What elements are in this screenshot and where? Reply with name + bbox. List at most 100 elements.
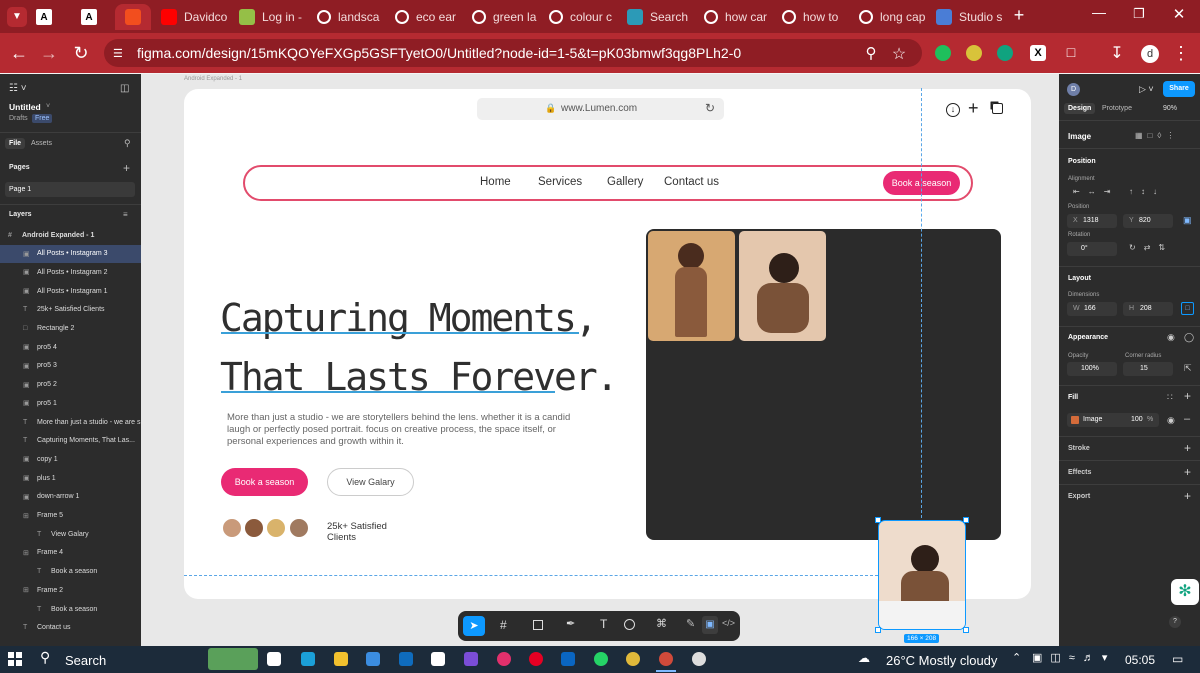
nav-contact[interactable]: Contact us <box>664 176 719 188</box>
reload-icon[interactable]: ↻ <box>70 43 92 64</box>
layer-row[interactable]: ▣ pro5 4 <box>0 338 141 356</box>
resize-handle[interactable] <box>963 517 969 523</box>
browser-tab[interactable]: how to <box>776 4 850 30</box>
layer-row[interactable]: ▣ plus 1 <box>0 469 141 487</box>
browser-tab[interactable]: Studio s <box>930 4 1004 30</box>
portrait-photo-2[interactable] <box>739 231 826 341</box>
browser-tab[interactable]: long cap <box>853 4 927 30</box>
taskbar-widget-image[interactable] <box>208 648 258 670</box>
add-export-icon[interactable]: + <box>1184 489 1191 503</box>
fill-styles-icon[interactable]: ∷ <box>1167 392 1173 403</box>
layer-row[interactable]: T More than just a studio - we are s <box>0 413 141 431</box>
layer-row[interactable]: ▣ down-arrow 1 <box>0 488 141 506</box>
add-page-icon[interactable]: + <box>123 161 130 175</box>
layer-row[interactable]: T 25k+ Satisfied Clients <box>0 301 141 319</box>
panel-toggle-icon[interactable]: ◫ <box>120 83 129 94</box>
browser-tab[interactable]: A <box>30 4 64 30</box>
radius-field[interactable] <box>1123 362 1173 376</box>
windows-start-icon[interactable] <box>8 652 22 666</box>
weather-text[interactable]: 26°C Mostly cloudy <box>886 653 997 668</box>
add-effect-icon[interactable]: + <box>1184 465 1191 479</box>
site-info-icon[interactable]: ☰ <box>113 47 123 60</box>
restore-icon[interactable]: ❐ <box>1128 6 1150 22</box>
comment-tool-icon[interactable] <box>624 619 635 630</box>
layer-row[interactable]: ▣ copy 1 <box>0 450 141 468</box>
taskbar-search-label[interactable]: Search <box>65 653 106 668</box>
text-tool-icon[interactable]: T <box>600 617 607 631</box>
pinterest-icon[interactable] <box>529 652 543 666</box>
task-view-icon[interactable] <box>267 652 281 666</box>
add-fill-icon[interactable]: + <box>1184 389 1191 403</box>
weather-icon[interactable]: ☁ <box>858 651 870 665</box>
layer-row[interactable]: ▣ pro5 3 <box>0 357 141 375</box>
tray-chevron-icon[interactable]: ⌃ <box>1012 651 1021 664</box>
file-explorer-icon[interactable] <box>334 652 348 666</box>
layer-row[interactable]: ▣ pro5 1 <box>0 394 141 412</box>
browser-tab[interactable]: how car <box>698 4 772 30</box>
tray-icons[interactable]: ▣◫≈♬▾ <box>1032 651 1115 664</box>
dev-mode-icon[interactable]: </> <box>722 618 735 628</box>
browser-tab[interactable]: Search <box>621 4 695 30</box>
fill-image-swatch[interactable] <box>1071 416 1079 424</box>
align-controls[interactable]: ⇤↔⇥ <box>1073 187 1118 196</box>
close-window-icon[interactable]: ✕ <box>1168 5 1190 23</box>
new-tab-icon[interactable]: + <box>1008 5 1030 26</box>
extension-x-icon[interactable]: X <box>1030 45 1046 61</box>
download-icon[interactable]: ↧ <box>1106 43 1128 63</box>
search-layers-icon[interactable]: ⚲ <box>124 138 131 149</box>
browser-tab[interactable]: landsca <box>311 4 385 30</box>
portrait-photo-1[interactable] <box>648 231 735 341</box>
instagram-icon[interactable] <box>497 652 511 666</box>
url-text[interactable]: figma.com/design/15mKQOYeFXGp5GSFTyetO0/… <box>137 45 741 61</box>
extension-grammarly-icon[interactable] <box>935 45 951 61</box>
search-icon[interactable]: ⚲ <box>40 649 50 666</box>
nav-home[interactable]: Home <box>480 176 511 188</box>
tab-file[interactable]: File <box>5 138 26 149</box>
linkedin-icon[interactable] <box>561 652 575 666</box>
browser-tab[interactable]: green la <box>466 4 540 30</box>
view-gallery-button[interactable]: View Galary <box>327 468 414 496</box>
zoom-level[interactable]: 90% <box>1163 105 1177 112</box>
help-icon[interactable]: ? <box>1169 616 1181 628</box>
extensions-puzzle-icon[interactable]: □ <box>1060 44 1082 60</box>
outlook-icon[interactable] <box>399 652 413 666</box>
layer-row[interactable]: T Book a season <box>0 600 141 618</box>
frame-tool-icon[interactable]: # <box>500 618 507 632</box>
layer-row[interactable]: ▣ All Posts • Instagram 1 <box>0 282 141 300</box>
book-season-button[interactable]: Book a season <box>221 468 308 496</box>
visibility-icon[interactable]: ◉ <box>1167 332 1175 343</box>
layer-row[interactable]: # Android Expanded - 1 <box>0 226 141 244</box>
file-title[interactable]: Untitled <box>9 102 41 112</box>
browser-tab[interactable]: colour c <box>543 4 617 30</box>
constraints-icon[interactable]: ▣ <box>1183 215 1192 226</box>
settings-gear-icon[interactable] <box>692 652 706 666</box>
independent-corners-icon[interactable]: ⇱ <box>1184 363 1192 374</box>
tab-search-dropdown-icon[interactable]: ▼ <box>7 7 27 27</box>
browser-tab[interactable] <box>115 4 151 30</box>
selected-image[interactable] <box>878 520 966 630</box>
file-title-chevron-icon[interactable]: ˅ <box>46 103 50 110</box>
whatsapp-icon[interactable] <box>594 652 608 666</box>
resize-mode-icon[interactable]: □ <box>1181 302 1194 315</box>
layer-row[interactable]: ▣ All Posts • Instagram 2 <box>0 263 141 281</box>
nav-services[interactable]: Services <box>538 176 582 188</box>
zoom-icon[interactable]: ⚲ <box>860 44 882 62</box>
layers-collapse-icon[interactable]: ≡ <box>123 210 128 219</box>
browser-tab[interactable]: A <box>75 4 109 30</box>
layer-row[interactable]: ⊞ Frame 2 <box>0 581 141 599</box>
extension-bulb-icon[interactable] <box>966 45 982 61</box>
layer-row[interactable]: □ Rectangle 2 <box>0 320 141 338</box>
profile-avatar[interactable]: d <box>1141 45 1159 63</box>
clock-time[interactable]: 05:05 <box>1125 653 1155 667</box>
pen-tool-icon[interactable]: ✒ <box>566 617 575 630</box>
tab-prototype[interactable]: Prototype <box>1102 105 1132 112</box>
layer-row[interactable]: ⊞ Frame 5 <box>0 507 141 525</box>
add-stroke-icon[interactable]: + <box>1184 441 1191 455</box>
layer-row[interactable]: ⊞ Frame 4 <box>0 544 141 562</box>
move-tool-icon[interactable]: ➤ <box>463 616 485 636</box>
blend-mode-icon[interactable]: ◯ <box>1184 332 1194 343</box>
chrome-icon[interactable] <box>626 652 640 666</box>
browser-tab[interactable]: Log in - <box>233 4 307 30</box>
remove-fill-icon[interactable]: – <box>1184 413 1190 425</box>
tab-assets[interactable]: Assets <box>31 140 52 147</box>
